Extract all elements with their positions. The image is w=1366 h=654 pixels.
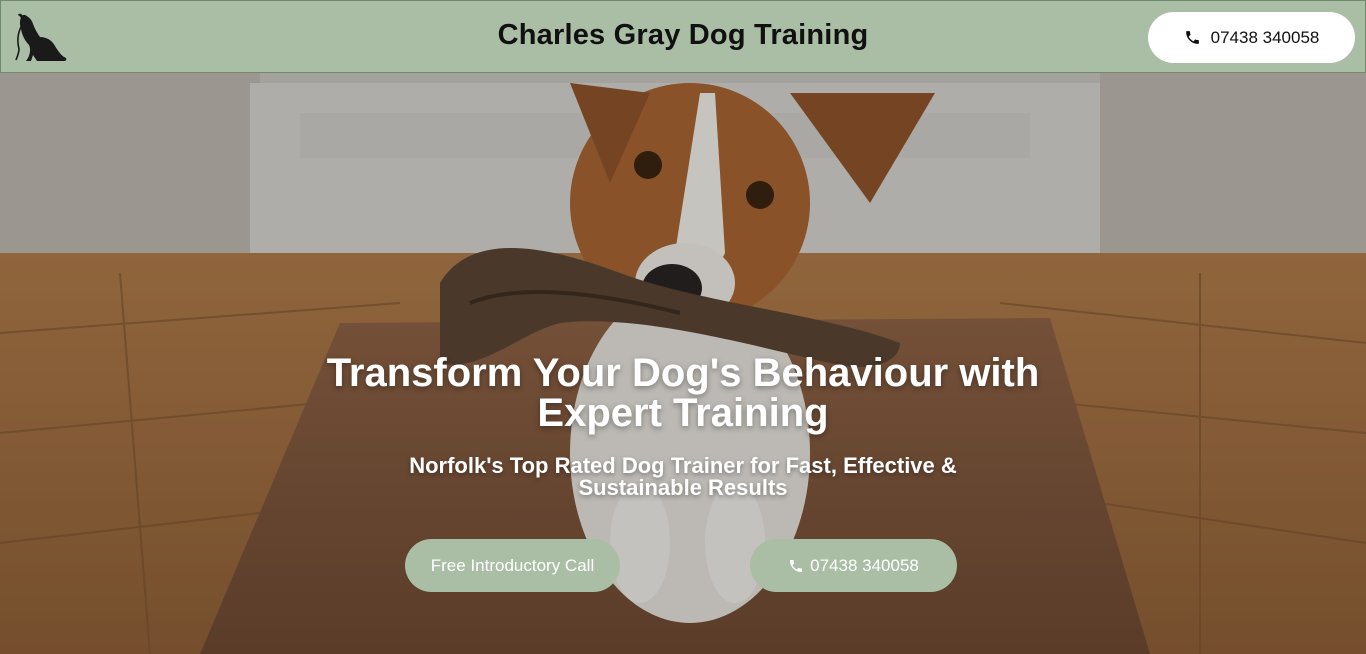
page: Charles Gray Dog Training 07438 340058 T… [0,0,1366,654]
hero-phone-label: 07438 340058 [810,555,919,575]
phone-icon [1185,31,1199,44]
hero-section: Transform Your Dog's Behaviour with Expe… [0,73,1366,654]
hero-title: Transform Your Dog's Behaviour with Expe… [326,351,1040,435]
hero-subtitle: Norfolk's Top Rated Dog Trainer for Fast… [409,453,957,500]
header-phone-label: 07438 340058 [1210,27,1320,47]
free-introductory-call-button[interactable]: Free Introductory Call [405,539,620,592]
free-introductory-call-label: Free Introductory Call [430,555,595,575]
hero-phone-button[interactable]: 07438 340058 [750,539,957,592]
site-header: Charles Gray Dog Training 07438 340058 [0,0,1366,73]
phone-icon [790,559,803,572]
header-phone-button[interactable]: 07438 340058 [1148,12,1355,63]
dog-silhouette-icon[interactable] [15,11,69,63]
